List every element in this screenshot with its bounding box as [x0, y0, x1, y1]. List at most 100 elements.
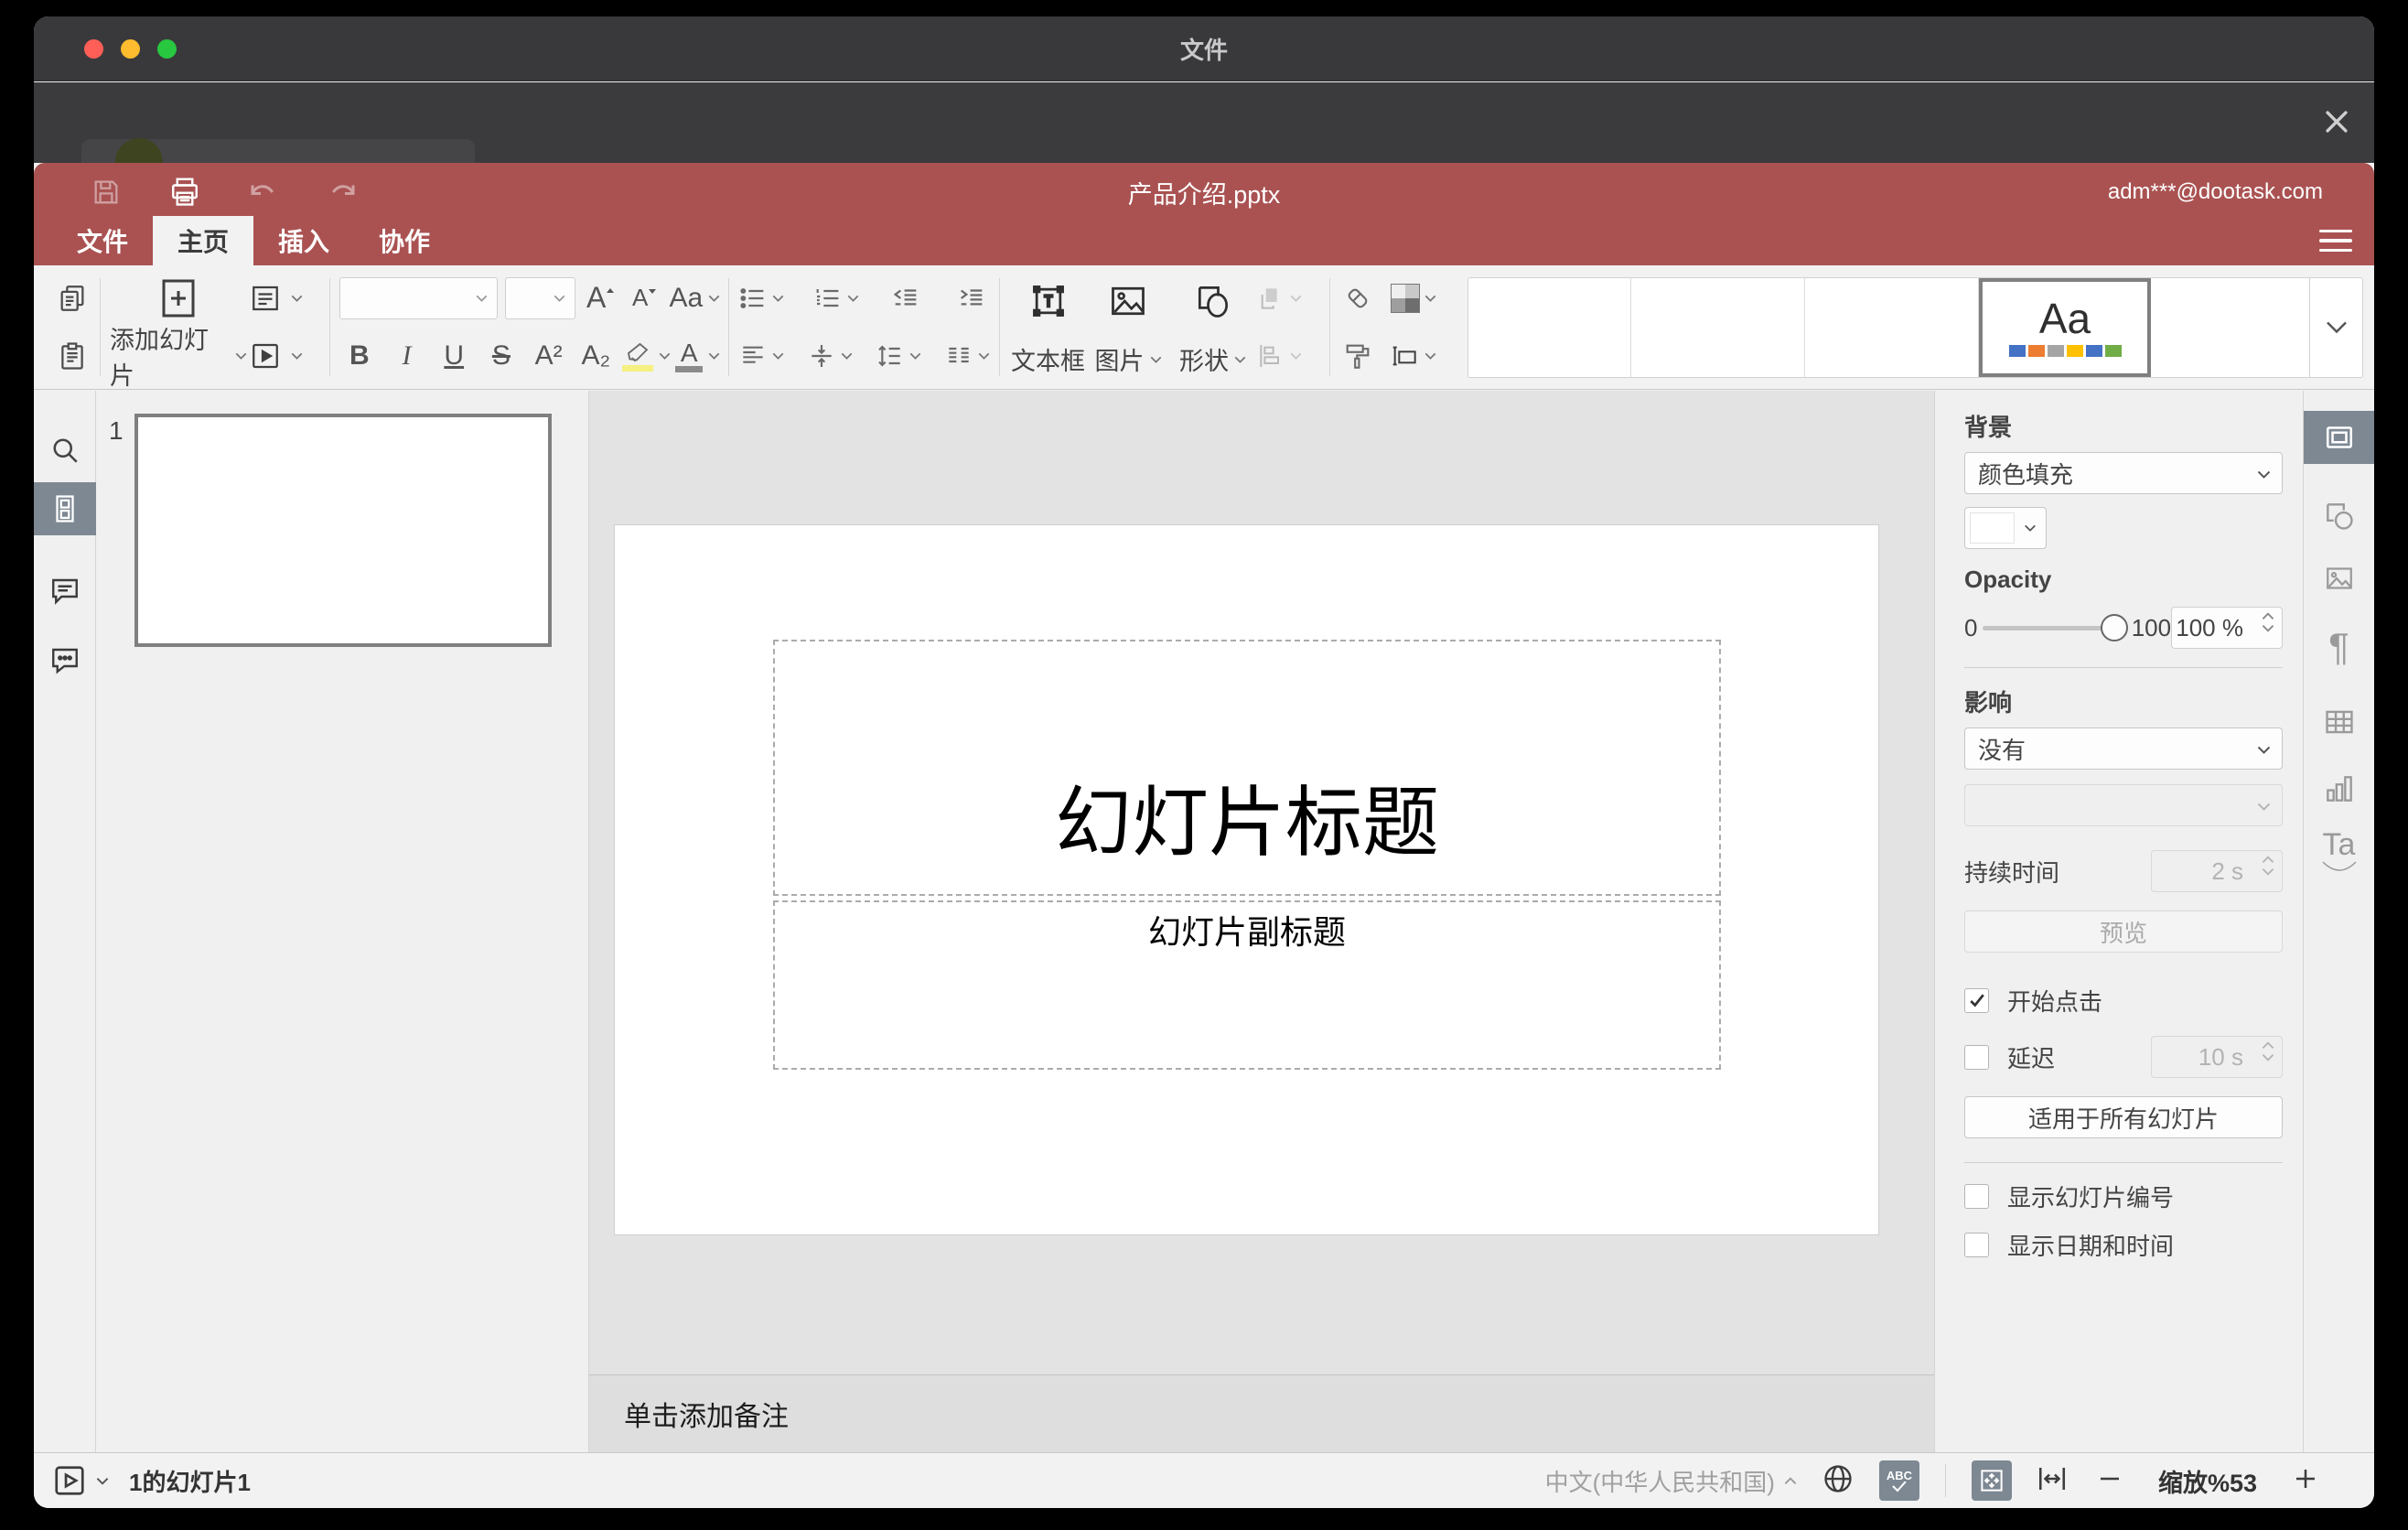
font-size-select[interactable]: [504, 276, 575, 319]
vertical-align-icon[interactable]: [807, 332, 853, 380]
zoom-out-icon[interactable]: [2096, 1465, 2123, 1497]
slide-title-text: 幻灯片标题: [1054, 780, 1439, 866]
slide-settings-icon[interactable]: [2303, 411, 2374, 464]
theme-thumbnail[interactable]: [1468, 277, 1631, 377]
theme-colors-icon[interactable]: [1391, 275, 1436, 322]
slide-title-placeholder[interactable]: 幻灯片标题: [773, 640, 1721, 896]
theme-gallery-expand-icon[interactable]: [2310, 276, 2363, 378]
chart-settings-icon[interactable]: [2304, 762, 2375, 815]
start-slideshow-button[interactable]: [52, 1463, 87, 1498]
zoom-window-button[interactable]: [157, 38, 177, 59]
increase-indent-icon[interactable]: [953, 275, 990, 322]
zoom-in-icon[interactable]: [2292, 1465, 2319, 1497]
slide-position-info: 1的幻灯片1: [129, 1468, 251, 1496]
add-slide-button[interactable]: 添加幻灯片: [110, 320, 247, 392]
decrease-font-icon[interactable]: A: [627, 275, 663, 322]
language-select[interactable]: 中文(中华人民共和国): [1545, 1464, 1797, 1498]
show-date-time-label: 显示日期和时间: [2007, 1233, 2175, 1260]
subscript-icon[interactable]: A₂: [575, 332, 616, 380]
shape-icon[interactable]: [1193, 277, 1233, 325]
minimize-window-button[interactable]: [121, 38, 140, 59]
image-button[interactable]: 图片: [1095, 341, 1162, 377]
textbox-icon[interactable]: [1028, 277, 1069, 325]
table-settings-icon[interactable]: [2304, 695, 2375, 749]
eraser-icon[interactable]: [1339, 275, 1376, 322]
ribbon-toolbar: 添加幻灯片 A A Aa B I U S A² A₂ A 文本框 图片 形状 A…: [34, 265, 2374, 390]
user-email: adm***@dootask.com: [2107, 179, 2323, 204]
tab-collaboration[interactable]: 协作: [354, 216, 455, 265]
fill-color-picker[interactable]: [1964, 507, 2047, 549]
close-icon[interactable]: [2321, 106, 2352, 137]
opacity-value-spinner[interactable]: 100 %: [2171, 607, 2283, 649]
menu-icon[interactable]: [2319, 226, 2352, 255]
close-window-button[interactable]: [84, 38, 103, 59]
tab-insert[interactable]: 插入: [253, 216, 354, 265]
opacity-slider[interactable]: [1983, 613, 2128, 641]
paste-icon[interactable]: [54, 332, 91, 380]
slide-page[interactable]: 幻灯片标题 幻灯片副标题: [615, 525, 1878, 1234]
font-color-icon[interactable]: A: [675, 332, 720, 380]
paragraph-settings-icon[interactable]: ¶: [2304, 620, 2375, 673]
columns-icon[interactable]: [944, 332, 990, 380]
fit-to-width-icon[interactable]: [2036, 1462, 2069, 1500]
chat-icon[interactable]: [34, 634, 96, 687]
text-art-settings-icon[interactable]: Ta: [2304, 824, 2375, 878]
effect-select[interactable]: 没有: [1964, 727, 2283, 770]
show-slide-number-checkbox[interactable]: [1964, 1184, 1989, 1209]
start-on-click-checkbox[interactable]: [1964, 988, 1989, 1013]
slides-panel-icon[interactable]: [34, 482, 96, 535]
paint-roller-icon[interactable]: [1339, 332, 1376, 380]
show-date-time-checkbox[interactable]: [1964, 1233, 1989, 1257]
macos-titlebar: 文件: [34, 16, 2374, 81]
effect-type-select[interactable]: [1964, 784, 2283, 826]
start-slideshow-icon[interactable]: [247, 332, 284, 380]
set-language-icon[interactable]: [1821, 1461, 1855, 1501]
slideshow-options-icon[interactable]: [96, 1477, 109, 1485]
slide-thumbnail[interactable]: [134, 414, 552, 647]
preview-button[interactable]: 预览: [1964, 910, 2283, 953]
notes-input[interactable]: 单击添加备注: [589, 1374, 1934, 1452]
font-name-select[interactable]: [339, 276, 498, 319]
add-slide-icon[interactable]: [156, 275, 200, 322]
slide-layout-icon[interactable]: [247, 275, 284, 322]
numbered-list-icon[interactable]: [813, 275, 859, 322]
highlight-color-icon[interactable]: [621, 332, 671, 380]
copy-icon[interactable]: [54, 275, 91, 322]
fit-to-slide-icon[interactable]: [1971, 1460, 2012, 1501]
italic-icon[interactable]: I: [387, 332, 427, 380]
align-objects-icon[interactable]: [1256, 332, 1302, 380]
decrease-indent-icon[interactable]: [887, 275, 924, 322]
delay-checkbox[interactable]: [1964, 1044, 1989, 1070]
slide-subtitle-placeholder[interactable]: 幻灯片副标题: [773, 900, 1721, 1070]
image-settings-icon[interactable]: [2304, 552, 2375, 605]
textbox-button[interactable]: 文本框: [1011, 341, 1085, 377]
superscript-icon[interactable]: A²: [529, 332, 569, 380]
search-icon[interactable]: [34, 424, 96, 477]
image-icon[interactable]: [1108, 277, 1148, 325]
shape-button[interactable]: 形状: [1179, 341, 1246, 377]
bold-icon[interactable]: B: [339, 332, 380, 380]
strikethrough-icon[interactable]: S: [481, 332, 521, 380]
slide-size-icon[interactable]: [1391, 332, 1436, 380]
line-spacing-icon[interactable]: [876, 332, 921, 380]
opacity-slider-knob[interactable]: [2100, 613, 2128, 641]
theme-thumbnail-selected[interactable]: Aa: [1979, 277, 2151, 377]
spellcheck-icon[interactable]: ABC: [1878, 1460, 1919, 1501]
apply-to-all-slides-button[interactable]: 适用于所有幻灯片: [1964, 1096, 2283, 1138]
theme-thumbnail[interactable]: [1805, 277, 1979, 377]
theme-thumbnail[interactable]: [2151, 277, 2309, 377]
change-case-icon[interactable]: Aa: [670, 275, 720, 322]
theme-thumbnail[interactable]: [1631, 277, 1805, 377]
horizontal-align-icon[interactable]: [738, 332, 784, 380]
comments-icon[interactable]: [34, 565, 96, 618]
delay-spinner[interactable]: 10 s: [2151, 1036, 2283, 1078]
increase-font-icon[interactable]: A: [583, 275, 619, 322]
duration-spinner[interactable]: 2 s: [2151, 850, 2283, 892]
shape-settings-icon[interactable]: [2304, 490, 2375, 543]
tab-file[interactable]: 文件: [52, 216, 153, 265]
tab-home[interactable]: 主页: [153, 216, 254, 265]
underline-icon[interactable]: U: [434, 332, 474, 380]
bullet-list-icon[interactable]: [738, 275, 784, 322]
fill-type-select[interactable]: 颜色填充: [1964, 452, 2283, 494]
arrange-shape-icon[interactable]: [1256, 275, 1302, 322]
